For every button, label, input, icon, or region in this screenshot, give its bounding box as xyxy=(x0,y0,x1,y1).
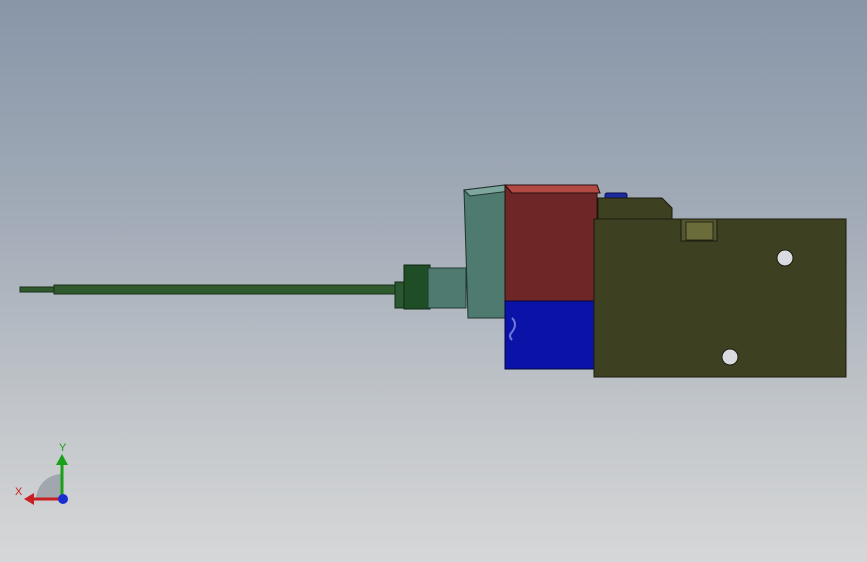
mounting-bracket-icon[interactable] xyxy=(593,197,847,378)
probe-rod-icon[interactable] xyxy=(19,281,408,309)
triad-x-label: X xyxy=(15,486,23,498)
triad-y-label: Y xyxy=(59,442,67,454)
cad-model[interactable] xyxy=(0,0,867,562)
blue-block-icon[interactable] xyxy=(504,300,598,370)
cad-graphics-viewport[interactable]: Y X xyxy=(0,0,867,562)
connector-nut-icon[interactable] xyxy=(403,264,467,310)
sensor-housing-icon[interactable] xyxy=(462,184,511,319)
reference-triad-icon xyxy=(24,454,68,505)
